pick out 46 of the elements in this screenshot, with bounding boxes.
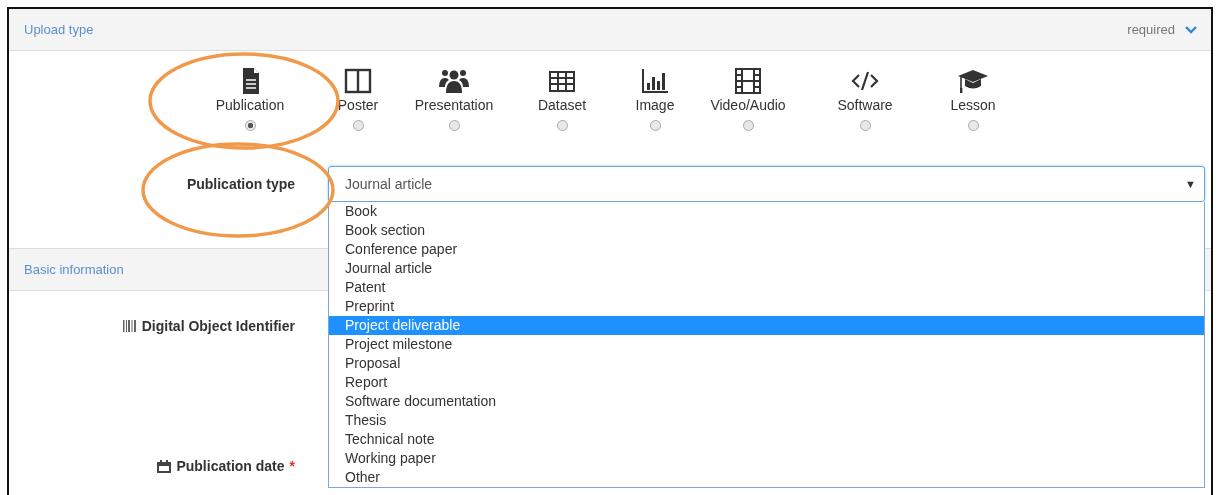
dropdown-option[interactable]: Journal article: [329, 259, 1204, 278]
bar-chart-icon[interactable]: [639, 67, 671, 95]
upload-type-label: Lesson: [950, 97, 996, 113]
radio-button[interactable]: [967, 120, 979, 131]
dropdown-option[interactable]: Proposal: [329, 354, 1204, 373]
radio-button[interactable]: [742, 120, 754, 131]
upload-type-label: Publication: [215, 97, 285, 113]
dropdown-option[interactable]: Working paper: [329, 449, 1204, 468]
radio-button[interactable]: [649, 120, 661, 131]
radio-button[interactable]: [352, 120, 364, 131]
field-label: Digital Object Identifier: [141, 318, 295, 334]
dropdown-option[interactable]: Thesis: [329, 411, 1204, 430]
field-label: Publication type: [185, 176, 296, 192]
dropdown-option[interactable]: Software documentation: [329, 392, 1204, 411]
dropdown-option[interactable]: Other: [329, 468, 1204, 487]
upload-type-label: Presentation: [414, 97, 494, 113]
dropdown-option[interactable]: Patent: [329, 278, 1204, 297]
radio-button[interactable]: [244, 120, 256, 131]
columns-icon[interactable]: [342, 67, 374, 95]
dropdown-option[interactable]: Book: [329, 202, 1204, 221]
dropdown-option[interactable]: Project milestone: [329, 335, 1204, 354]
section-title: Upload type: [24, 22, 94, 37]
people-icon[interactable]: [438, 67, 470, 95]
upload-type-label: Video/Audio: [710, 97, 786, 113]
publication-type-select[interactable]: Journal article ▼: [328, 166, 1205, 202]
film-icon[interactable]: [732, 67, 764, 95]
chevron-down-icon[interactable]: [1185, 25, 1197, 34]
dropdown-option[interactable]: Preprint: [329, 297, 1204, 316]
calendar-icon: [157, 459, 172, 473]
dropdown-option[interactable]: Technical note: [329, 430, 1204, 449]
upload-type-label: Software: [837, 97, 893, 113]
dropdown-option[interactable]: Report: [329, 373, 1204, 392]
upload-type-label: Dataset: [537, 97, 587, 113]
radio-button[interactable]: [859, 120, 871, 131]
barcode-icon: [122, 320, 137, 332]
upload-type-label: Image: [635, 97, 675, 113]
dropdown-option[interactable]: Book section: [329, 221, 1204, 240]
graduation-cap-icon[interactable]: [957, 67, 989, 95]
radio-button[interactable]: [448, 120, 460, 131]
section-title: Basic information: [24, 262, 124, 277]
required-label: required: [1127, 22, 1175, 37]
dropdown-option[interactable]: Conference paper: [329, 240, 1204, 259]
radio-button[interactable]: [556, 120, 568, 131]
field-label: Publication date: [176, 458, 285, 474]
required-mark: *: [289, 458, 295, 474]
upload-type-label: Poster: [337, 97, 379, 113]
